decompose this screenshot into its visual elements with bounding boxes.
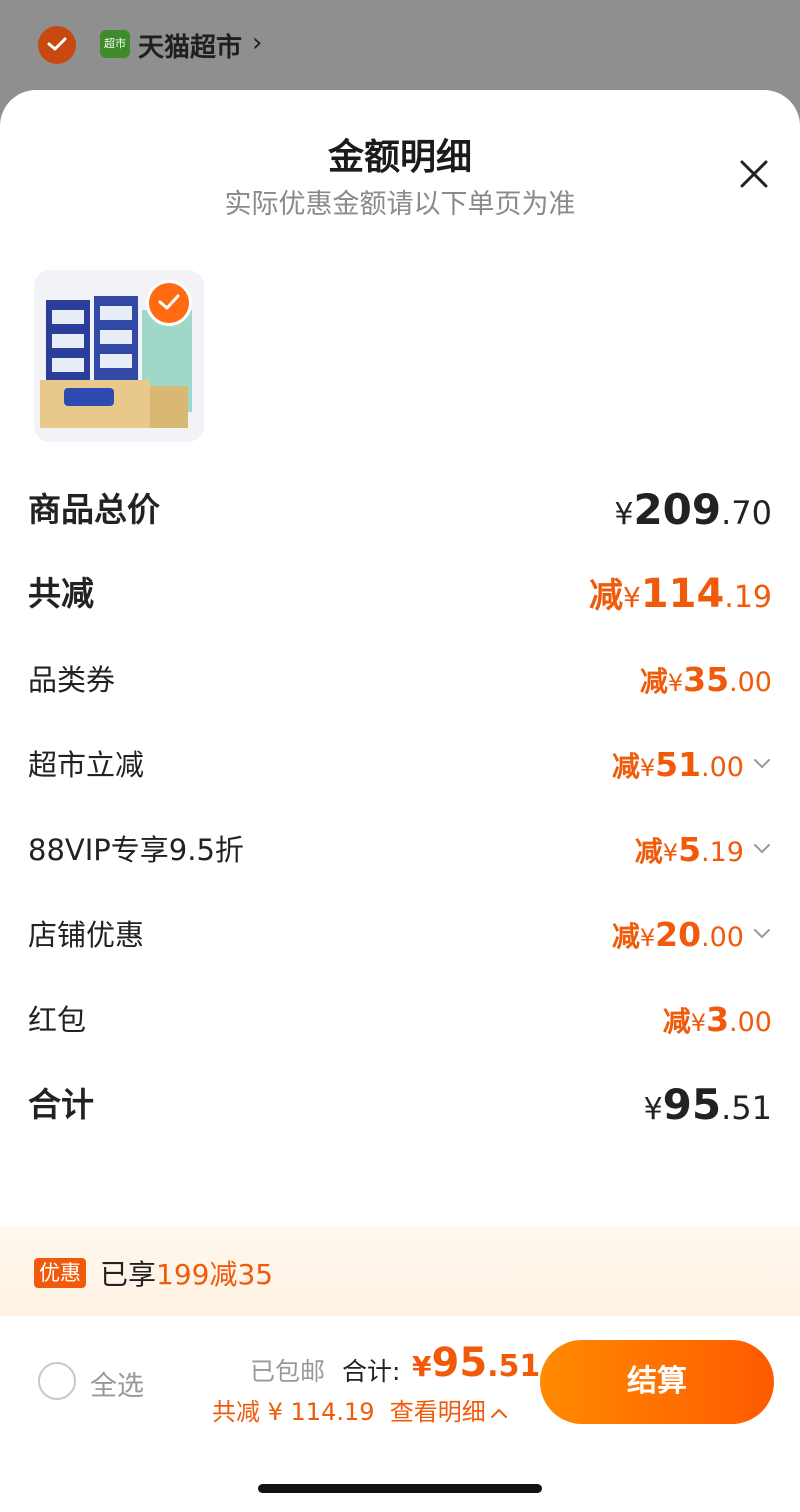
row-amount: 减¥5.19 — [635, 820, 744, 886]
amount-decimal: .00 — [701, 752, 744, 783]
row-red-packet: 红包 减¥3.00 — [0, 990, 800, 1050]
store-name[interactable]: 天猫超市 — [138, 27, 242, 64]
amount-decimal: .00 — [729, 667, 772, 698]
row-amount: 减¥20.00 — [612, 905, 744, 971]
minus-prefix: 减 — [588, 576, 623, 616]
view-details-link[interactable]: 查看明细 — [390, 1398, 486, 1426]
total-label: 合计: — [342, 1357, 401, 1386]
amount-integer: 20 — [655, 915, 702, 954]
amount-detail-sheet: 金额明细 实际优惠金额请以下单页为准 商品总价 ¥209.70 共减 减¥114… — [0, 90, 800, 1512]
close-icon[interactable] — [736, 156, 772, 192]
row-total: 合计 ¥95.51 — [0, 1075, 800, 1135]
amount-integer: 5 — [678, 830, 702, 869]
chevron-right-icon[interactable]: › — [252, 28, 262, 58]
row-amount: 减¥51.00 — [612, 735, 744, 801]
currency-symbol: ¥ — [643, 1092, 663, 1127]
sheet-title: 金额明细 — [327, 137, 472, 178]
amount-integer: 3 — [706, 1000, 730, 1039]
row-amount: 减¥35.00 — [640, 650, 772, 716]
check-icon — [47, 37, 67, 51]
row-subtotal: 商品总价 ¥209.70 — [0, 480, 800, 540]
chevron-down-icon[interactable] — [752, 753, 772, 773]
amount-decimal: .51 — [721, 1089, 772, 1127]
row-amount: ¥95.51 — [644, 1075, 772, 1144]
row-label: 88VIP专享9.5折 — [28, 833, 244, 867]
currency-symbol: ¥ — [662, 839, 679, 867]
savings-text: 共减 ¥ 114.19 — [212, 1398, 375, 1426]
currency-symbol: ¥ — [639, 754, 656, 782]
shipping-status: 已包邮 — [250, 1357, 326, 1386]
row-vip-discount[interactable]: 88VIP专享9.5折 减¥5.19 — [0, 820, 800, 880]
amount-decimal: .19 — [701, 837, 744, 868]
amount-decimal: .00 — [701, 922, 744, 953]
promo-text: 已享199减35 — [100, 1253, 273, 1293]
currency-symbol: ¥ — [614, 497, 634, 532]
promo-banner: 优惠 已享199减35 — [0, 1226, 800, 1316]
amount-integer: 95 — [662, 1080, 722, 1129]
amount-decimal: .19 — [724, 580, 772, 615]
currency-symbol: ¥ — [667, 669, 684, 697]
chevron-down-icon[interactable] — [752, 923, 772, 943]
store-checkbox[interactable] — [38, 26, 76, 64]
store-header: 超市 天猫超市 › — [0, 0, 800, 90]
checkout-bar: 全选 已包邮 合计: ¥95.51 共减 ¥ 114.19 查看明细 结算 — [0, 1316, 800, 1512]
minus-prefix: 减 — [662, 1005, 691, 1038]
check-icon — [158, 294, 180, 310]
row-label: 共减 — [28, 574, 94, 613]
minus-prefix: 减 — [611, 750, 640, 783]
minus-prefix: 减 — [611, 920, 640, 953]
sheet-subtitle: 实际优惠金额请以下单页为准 — [224, 189, 576, 220]
minus-prefix: 减 — [634, 835, 663, 868]
select-all-label[interactable]: 全选 — [90, 1364, 144, 1403]
promo-highlight: 199减35 — [156, 1258, 274, 1291]
amount-decimal: .51 — [487, 1349, 541, 1384]
promo-prefix: 已享 — [100, 1258, 157, 1291]
amount-integer: 95 — [431, 1340, 488, 1386]
currency-symbol: ¥ — [690, 1009, 707, 1037]
row-label: 品类券 — [28, 663, 116, 697]
row-label: 合计 — [28, 1085, 94, 1124]
amount-integer: 209 — [633, 485, 722, 534]
select-all-radio[interactable] — [38, 1362, 76, 1400]
amount-integer: 35 — [683, 660, 730, 699]
minus-prefix: 减 — [639, 665, 668, 698]
row-label: 红包 — [28, 1003, 87, 1037]
row-label: 店铺优惠 — [28, 918, 145, 952]
amount-decimal: .70 — [721, 494, 772, 532]
total-amount: ¥95.51 — [412, 1340, 540, 1386]
amount-decimal: .00 — [729, 1007, 772, 1038]
row-category-coupon: 品类券 减¥35.00 — [0, 650, 800, 710]
row-total-off: 共减 减¥114.19 — [0, 564, 800, 624]
row-amount: 减¥3.00 — [663, 990, 772, 1056]
row-label: 商品总价 — [28, 490, 160, 529]
row-store-discount[interactable]: 店铺优惠 减¥20.00 — [0, 905, 800, 965]
currency-symbol: ¥ — [639, 924, 656, 952]
row-market-discount[interactable]: 超市立减 减¥51.00 — [0, 735, 800, 795]
row-amount: 减¥114.19 — [589, 564, 772, 632]
currency-symbol: ¥ — [412, 1350, 432, 1383]
product-checkbox[interactable] — [146, 280, 192, 326]
currency-symbol: ¥ — [622, 581, 641, 614]
store-logo: 超市 — [100, 30, 130, 58]
row-label: 超市立减 — [28, 748, 145, 782]
savings-summary[interactable]: 共减 ¥ 114.19 查看明细 — [212, 1392, 508, 1427]
home-indicator — [258, 1484, 542, 1493]
chevron-down-icon[interactable] — [752, 838, 772, 858]
promo-tag: 优惠 — [34, 1258, 86, 1288]
amount-integer: 51 — [655, 745, 702, 784]
amount-integer: 114 — [640, 571, 725, 617]
chevron-up-icon[interactable] — [490, 1406, 508, 1420]
checkout-button[interactable]: 结算 — [540, 1340, 774, 1424]
row-amount: ¥209.70 — [614, 480, 772, 549]
